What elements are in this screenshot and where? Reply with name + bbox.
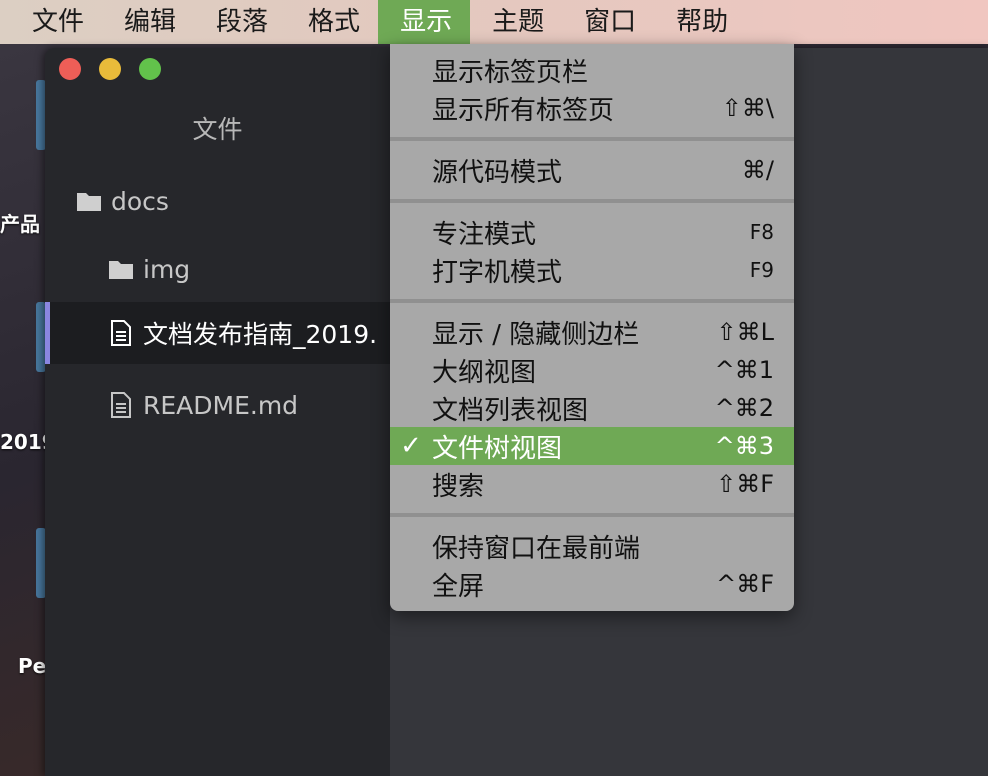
document-icon <box>111 320 131 346</box>
menu-file[interactable]: 文件 <box>0 0 102 44</box>
menu-theme[interactable]: 主题 <box>470 0 562 44</box>
menu-item-shortcut: ^⌘3 <box>714 432 774 460</box>
tree-item-label: README.md <box>143 390 299 420</box>
menu-window[interactable]: 窗口 <box>562 0 654 44</box>
menu-item-label: 打字机模式 <box>432 257 563 288</box>
folder-icon <box>77 193 101 211</box>
menu-item-toggle-sidebar[interactable]: 显示 / 隐藏侧边栏 ⇧⌘L <box>390 313 794 351</box>
menu-item-show-tab-bar[interactable]: 显示标签页栏 <box>390 51 794 89</box>
menu-item-show-all-tabs[interactable]: 显示所有标签页 ⇧⌘\ <box>390 89 794 127</box>
menu-item-label: 全屏 <box>432 571 485 602</box>
menu-item-search[interactable]: 搜索 ⇧⌘F <box>390 465 794 503</box>
tree-item-label: img <box>143 254 191 284</box>
menu-item-label: 显示标签页栏 <box>432 57 589 88</box>
menu-item-shortcut: ^⌘2 <box>714 394 774 422</box>
menu-item-label: 显示 / 隐藏侧边栏 <box>432 319 640 350</box>
menu-item-fullscreen[interactable]: 全屏 ^⌘F <box>390 565 794 603</box>
tree-item-selected-doc[interactable]: 文档发布指南_2019. <box>45 302 390 364</box>
tree-item-img[interactable]: img <box>45 238 390 300</box>
menu-item-shortcut: F8 <box>749 220 774 244</box>
menu-format[interactable]: 格式 <box>286 0 378 44</box>
menu-item-label: 显示所有标签页 <box>432 95 615 126</box>
menu-help[interactable]: 帮助 <box>654 0 746 44</box>
menu-item-shortcut: ⌘/ <box>741 156 774 184</box>
menu-item-focus-mode[interactable]: 专注模式 F8 <box>390 213 794 251</box>
menu-item-typewriter-mode[interactable]: 打字机模式 F9 <box>390 251 794 289</box>
document-icon <box>111 392 131 418</box>
menu-item-outline-view[interactable]: 大纲视图 ^⌘1 <box>390 351 794 389</box>
tree-item-readme[interactable]: README.md <box>45 374 390 436</box>
folder-icon <box>109 261 133 279</box>
menu-item-label: 文档列表视图 <box>432 395 589 426</box>
sidebar-title: 文件 <box>192 115 243 144</box>
view-menu-dropdown: 显示标签页栏 显示所有标签页 ⇧⌘\ 源代码模式 ⌘/ 专注模式 F8 打字机模… <box>390 44 794 611</box>
menu-item-shortcut: ⇧⌘\ <box>721 94 774 122</box>
close-button[interactable] <box>59 58 81 80</box>
menu-item-source-mode[interactable]: 源代码模式 ⌘/ <box>390 151 794 189</box>
menu-item-label: 保持窗口在最前端 <box>432 533 641 564</box>
menu-item-shortcut: ⇧⌘F <box>716 470 774 498</box>
menu-item-doc-list-view[interactable]: 文档列表视图 ^⌘2 <box>390 389 794 427</box>
menu-paragraph[interactable]: 段落 <box>194 0 286 44</box>
maximize-button[interactable] <box>139 58 161 80</box>
menu-item-label: 文件树视图 <box>432 433 563 464</box>
menu-item-shortcut: ^⌘F <box>716 570 774 598</box>
tree-item-docs[interactable]: docs <box>45 170 390 232</box>
desktop-label: 产品 <box>0 212 40 236</box>
menu-separator <box>390 513 794 517</box>
menu-view[interactable]: 显示 <box>378 0 471 44</box>
tree-item-label: 文档发布指南_2019. <box>143 320 378 349</box>
menu-item-shortcut: ^⌘1 <box>714 356 774 384</box>
menu-item-shortcut: F9 <box>749 258 774 282</box>
tree-item-label: docs <box>111 186 169 216</box>
checkmark-icon: ✓ <box>400 431 422 461</box>
menu-item-label: 专注模式 <box>432 219 537 250</box>
menu-item-file-tree-view[interactable]: ✓ 文件树视图 ^⌘3 <box>390 427 794 465</box>
menu-item-label: 大纲视图 <box>432 357 537 388</box>
menu-separator <box>390 299 794 303</box>
menu-bar: 文件 编辑 段落 格式 显示 主题 窗口 帮助 <box>0 0 988 44</box>
desktop-label: Pe <box>18 654 47 678</box>
menu-item-label: 搜索 <box>432 471 485 502</box>
menu-item-label: 源代码模式 <box>432 157 563 188</box>
menu-separator <box>390 137 794 141</box>
window-controls <box>59 58 161 80</box>
minimize-button[interactable] <box>99 58 121 80</box>
menu-item-always-on-top[interactable]: 保持窗口在最前端 <box>390 527 794 565</box>
menu-edit[interactable]: 编辑 <box>102 0 194 44</box>
menu-separator <box>390 199 794 203</box>
menu-item-shortcut: ⇧⌘L <box>716 318 774 346</box>
sidebar: 文件 docs img 文档发布指南_2019. README.md <box>45 48 390 776</box>
